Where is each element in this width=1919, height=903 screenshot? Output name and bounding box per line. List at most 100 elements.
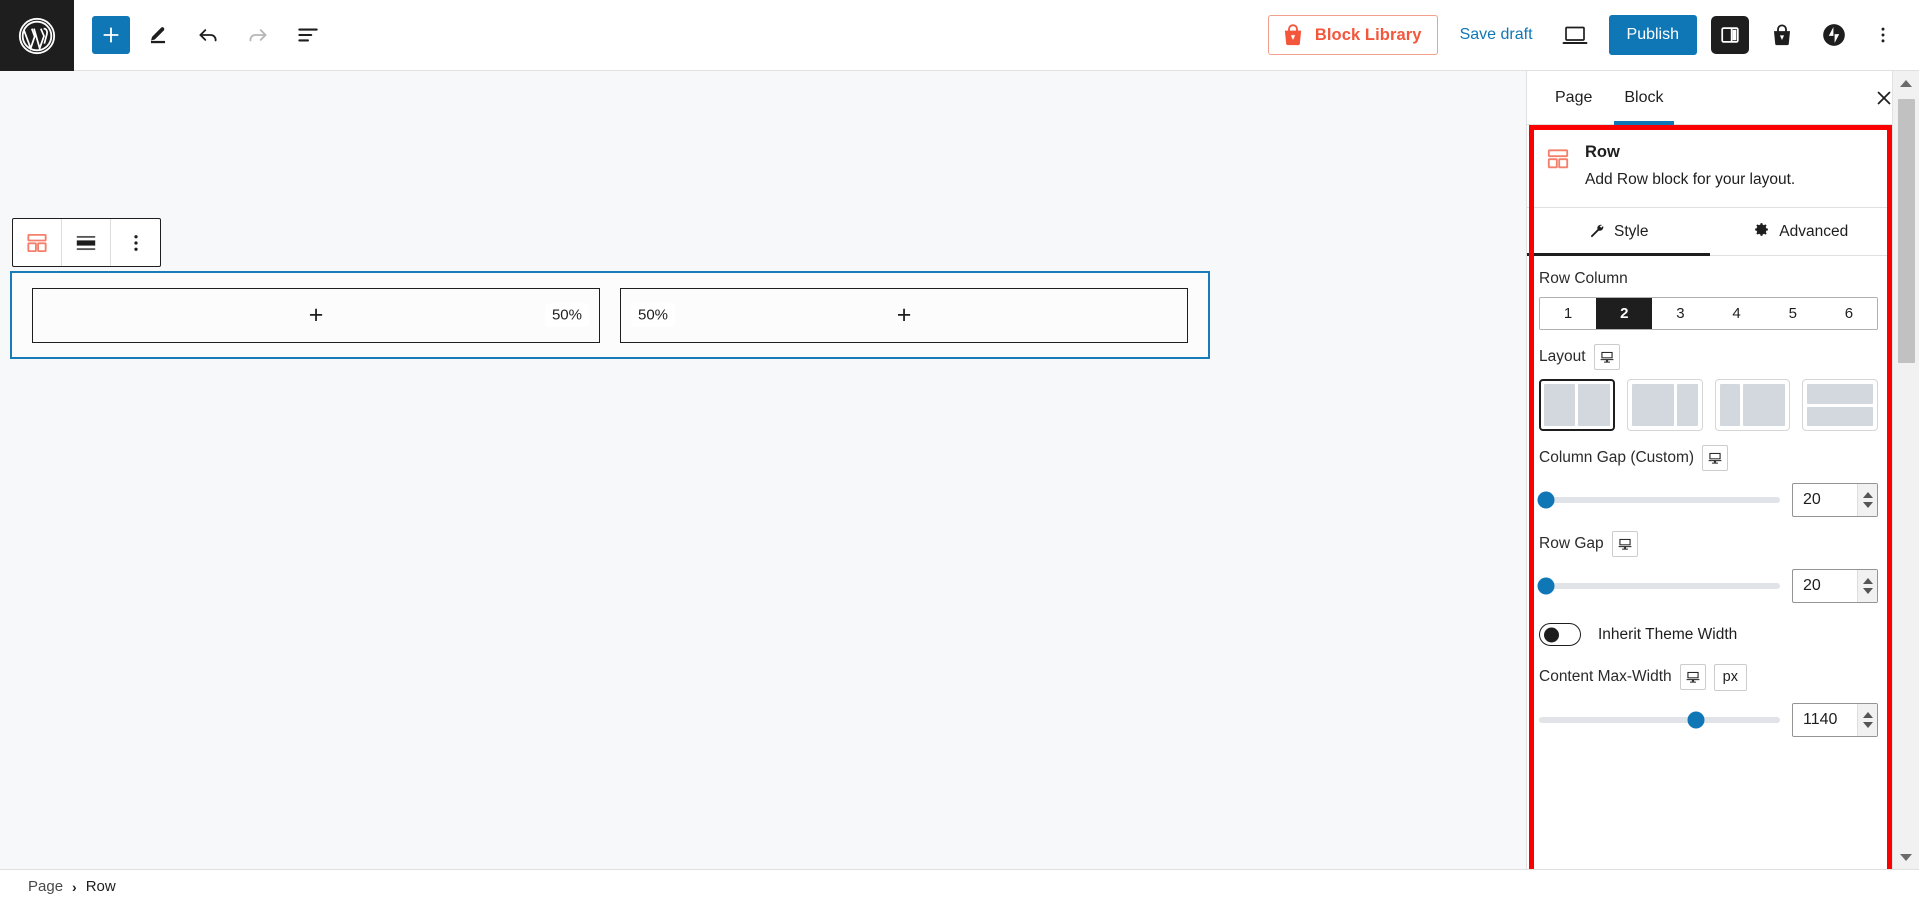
row-block-selected[interactable]: + 50% 50% +: [10, 271, 1210, 359]
block-info-card: Row Add Row block for your layout.: [1527, 125, 1892, 208]
add-block-button[interactable]: [92, 16, 130, 54]
content-max-width-stepper[interactable]: [1857, 703, 1877, 736]
inherit-theme-width-toggle[interactable]: [1539, 623, 1581, 646]
tab-advanced[interactable]: Advanced: [1710, 208, 1893, 255]
layout-option-wide-left-narrow-right[interactable]: [1626, 379, 1703, 431]
desktop-device-icon[interactable]: [1593, 344, 1620, 370]
publish-button[interactable]: Publish: [1608, 15, 1697, 55]
editor-body: e: [0, 71, 1919, 869]
row-column-option-4[interactable]: 4: [1708, 298, 1765, 329]
layout-label-row: Layout: [1539, 344, 1878, 370]
breadcrumb-item-page[interactable]: Page: [28, 878, 63, 895]
inherit-theme-width-row: Inherit Theme Width: [1527, 603, 1892, 650]
column-gap-label: Column Gap (Custom): [1539, 449, 1695, 466]
layout-options: [1539, 379, 1878, 431]
layout-option-two-equal-columns[interactable]: [1539, 379, 1615, 431]
gear-icon: [1753, 221, 1770, 243]
editor-top-toolbar: Block Library Save draft Publish: [0, 0, 1919, 71]
column-1-width-badge: 50%: [544, 303, 589, 327]
sidebar-scroll-area: Row Add Row block for your layout. Style…: [1527, 125, 1919, 869]
row-block-icon[interactable]: [13, 219, 62, 266]
tab-advanced-label: Advanced: [1779, 222, 1849, 240]
row-gap-stepper[interactable]: [1857, 570, 1877, 602]
align-full-width-icon[interactable]: [62, 219, 111, 266]
inherit-theme-width-label: Inherit Theme Width: [1598, 625, 1738, 643]
row-column-option-2[interactable]: 2: [1596, 298, 1653, 329]
shopping-bag-icon: [1280, 22, 1306, 48]
row-gap-value: 20: [1803, 577, 1821, 594]
sidebar-tabs: Page Block: [1527, 71, 1919, 125]
editor-canvas[interactable]: e: [0, 71, 1526, 869]
desktop-device-icon[interactable]: [1611, 531, 1638, 557]
block-toolbar: [12, 218, 161, 267]
column-gap-control: 20: [1537, 483, 1878, 517]
row-column-option-5[interactable]: 5: [1764, 298, 1821, 329]
row-block-icon: [1545, 146, 1571, 172]
add-block-in-column-2-icon[interactable]: +: [897, 302, 912, 328]
scroll-up-arrow-icon[interactable]: [1893, 71, 1919, 95]
block-library-label: Block Library: [1314, 25, 1422, 44]
column-gap-value: 20: [1803, 491, 1821, 508]
settings-panel-toggle-button[interactable]: [1711, 16, 1749, 54]
row-gap-number-input[interactable]: 20: [1792, 569, 1878, 603]
add-block-in-column-1-icon[interactable]: +: [309, 302, 324, 328]
layout-label: Layout: [1539, 348, 1586, 365]
row-column-selector: 1 2 3 4 5 6: [1539, 297, 1878, 330]
block-name-label: Row: [1585, 143, 1620, 161]
row-column-option-6[interactable]: 6: [1820, 298, 1877, 329]
wp-bag-icon[interactable]: [1763, 16, 1801, 54]
more-options-icon[interactable]: [1867, 16, 1899, 54]
content-max-width-slider[interactable]: [1539, 711, 1780, 729]
scroll-down-arrow-icon[interactable]: [1893, 845, 1919, 869]
undo-button[interactable]: [186, 13, 230, 57]
column-2-width-badge: 50%: [631, 303, 676, 327]
wordpress-block-editor: Block Library Save draft Publish + 50% 5…: [0, 0, 1919, 903]
layout-option-two-stacked-rows[interactable]: [1802, 379, 1878, 431]
column-block-1[interactable]: + 50%: [32, 287, 600, 343]
desktop-device-icon[interactable]: [1702, 445, 1729, 471]
column-gap-label-row: Column Gap (Custom): [1539, 445, 1878, 471]
row-gap-control: 20: [1537, 569, 1878, 603]
desktop-device-icon[interactable]: [1679, 664, 1706, 691]
sidebar-scrollbar[interactable]: [1892, 71, 1919, 869]
row-gap-label: Row Gap: [1539, 535, 1604, 552]
block-more-options-icon[interactable]: [111, 219, 160, 266]
style-advanced-tabs: Style Advanced: [1527, 208, 1892, 256]
column-gap-stepper[interactable]: [1857, 484, 1877, 516]
block-library-button[interactable]: Block Library: [1267, 15, 1438, 55]
breadcrumb-bar: Page › Row: [0, 869, 1919, 903]
row-column-option-1[interactable]: 1: [1540, 298, 1597, 329]
column-gap-slider[interactable]: [1537, 491, 1780, 509]
row-column-option-3[interactable]: 3: [1652, 298, 1709, 329]
scrollbar-thumb[interactable]: [1897, 99, 1915, 363]
row-gap-section: Row Gap 20: [1527, 517, 1892, 603]
breadcrumb-item-row[interactable]: Row: [86, 878, 116, 895]
tab-block[interactable]: Block: [1608, 71, 1679, 125]
wrench-icon: [1588, 221, 1605, 243]
row-column-section: Row Column 1 2 3 4 5 6: [1527, 256, 1892, 330]
save-draft-button[interactable]: Save draft: [1452, 20, 1541, 50]
layout-section: Layout: [1527, 330, 1892, 431]
desktop-preview-icon[interactable]: [1555, 15, 1595, 55]
wordpress-logo-icon[interactable]: [0, 0, 74, 71]
content-max-width-unit[interactable]: px: [1713, 664, 1747, 691]
top-toolbar-right-group: Block Library Save draft Publish: [1267, 0, 1919, 70]
row-gap-label-row: Row Gap: [1539, 531, 1878, 557]
row-column-label: Row Column: [1539, 270, 1628, 287]
settings-sidebar: Page Block Row Add Row block for your la…: [1526, 71, 1919, 869]
layout-option-narrow-left-wide-right[interactable]: [1714, 379, 1791, 431]
jetpack-icon[interactable]: [1815, 16, 1853, 54]
breadcrumb-separator-icon: ›: [72, 878, 77, 895]
tab-style-label: Style: [1614, 222, 1649, 240]
content-max-width-label: Content Max-Width: [1539, 668, 1672, 686]
column-block-2[interactable]: 50% +: [620, 287, 1188, 343]
tab-page[interactable]: Page: [1539, 71, 1608, 124]
column-gap-number-input[interactable]: 20: [1792, 483, 1878, 517]
list-view-button[interactable]: [286, 13, 330, 57]
redo-button[interactable]: [236, 13, 280, 57]
content-max-width-number-input[interactable]: 1140: [1792, 702, 1878, 737]
tab-style[interactable]: Style: [1527, 208, 1710, 256]
edit-tool-button[interactable]: [136, 13, 180, 57]
row-gap-slider[interactable]: [1537, 577, 1780, 595]
top-toolbar-left-group: [74, 0, 330, 70]
